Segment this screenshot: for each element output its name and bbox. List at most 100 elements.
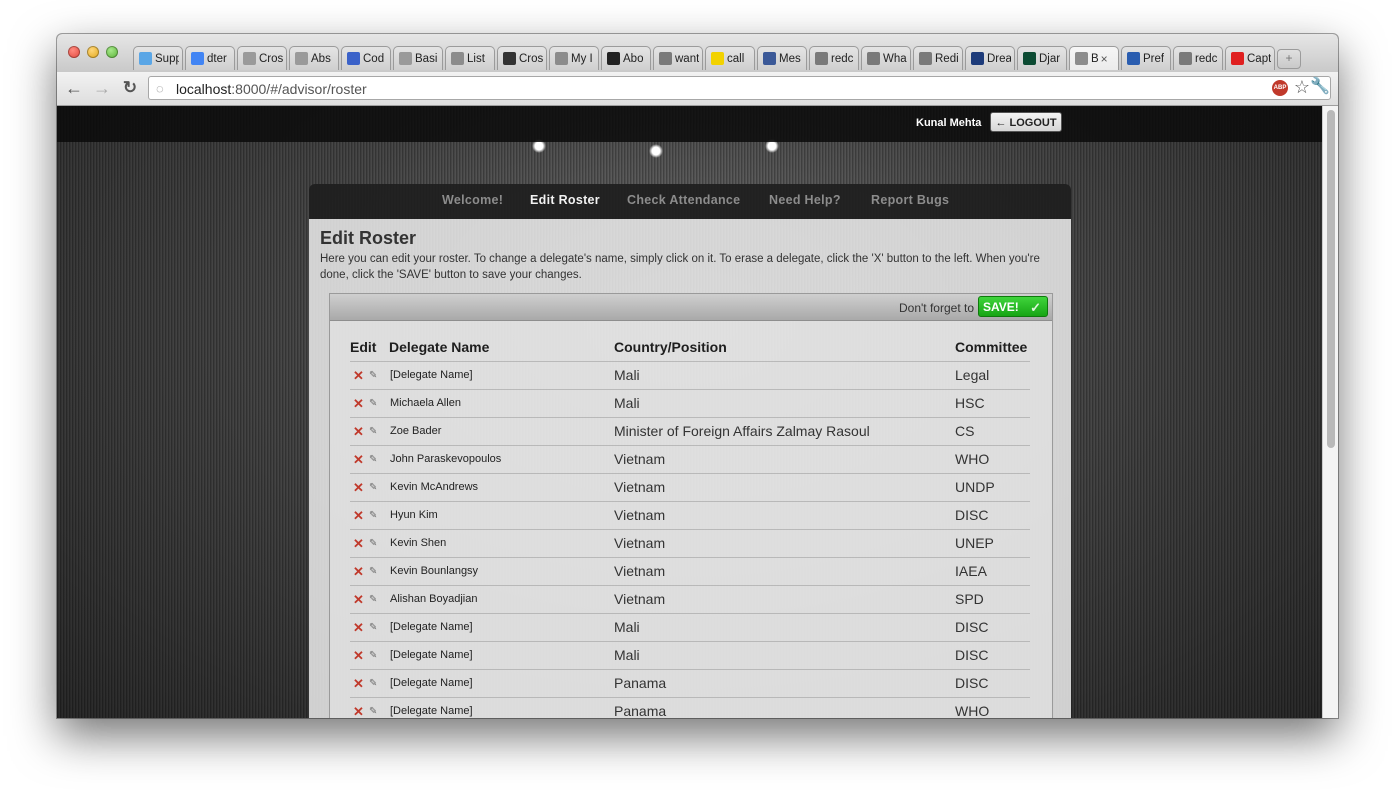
country-position: Panama xyxy=(614,675,667,691)
edit-delegate-icon[interactable]: ✎ xyxy=(369,454,377,466)
delete-delegate-icon[interactable]: ✕ xyxy=(353,677,364,691)
country-position: Mali xyxy=(614,395,640,411)
delegate-name[interactable]: Hyun Kim xyxy=(390,509,438,521)
window-close-button[interactable] xyxy=(68,46,80,58)
logout-button[interactable]: ← LOGOUT xyxy=(990,112,1062,132)
delete-delegate-icon[interactable]: ✕ xyxy=(353,621,364,635)
nav-welcome[interactable]: Welcome! xyxy=(442,193,503,207)
delete-delegate-icon[interactable]: ✕ xyxy=(353,369,364,383)
table-row: ✕ ✎ Hyun Kim Vietnam DISC xyxy=(350,501,1030,530)
committee: DISC xyxy=(955,675,989,691)
delete-delegate-icon[interactable]: ✕ xyxy=(353,425,364,439)
nav-need-help[interactable]: Need Help? xyxy=(769,193,841,207)
edit-delegate-icon[interactable]: ✎ xyxy=(369,566,377,578)
browser-tab[interactable]: B × xyxy=(1069,46,1119,70)
edit-delegate-icon[interactable]: ✎ xyxy=(369,594,377,606)
browser-tab[interactable]: Cod xyxy=(341,46,391,70)
delete-delegate-icon[interactable]: ✕ xyxy=(353,509,364,523)
browser-tab[interactable]: My I xyxy=(549,46,599,70)
save-button[interactable]: SAVE! ✓ xyxy=(978,296,1048,317)
tab-favicon-icon xyxy=(919,52,932,65)
page-scrollbar[interactable] xyxy=(1322,106,1338,718)
forward-arrow-icon[interactable]: → xyxy=(91,77,113,99)
delete-delegate-icon[interactable]: ✕ xyxy=(353,565,364,579)
reload-icon[interactable]: ↻ xyxy=(119,77,141,99)
tab-favicon-icon xyxy=(1023,52,1036,65)
delegate-name[interactable]: [Delegate Name] xyxy=(390,677,473,689)
edit-delegate-icon[interactable]: ✎ xyxy=(369,482,377,494)
delete-delegate-icon[interactable]: ✕ xyxy=(353,649,364,663)
country-position: Vietnam xyxy=(614,563,666,579)
nav-report-bugs[interactable]: Report Bugs xyxy=(871,193,949,207)
edit-delegate-icon[interactable]: ✎ xyxy=(369,426,377,438)
browser-tab[interactable]: Mes xyxy=(757,46,807,70)
edit-delegate-icon[interactable]: ✎ xyxy=(369,398,377,410)
edit-delegate-icon[interactable]: ✎ xyxy=(369,678,377,690)
browser-tab[interactable]: Redi xyxy=(913,46,963,70)
user-name: Kunal Mehta xyxy=(916,117,982,129)
delete-delegate-icon[interactable]: ✕ xyxy=(353,593,364,607)
browser-tab[interactable]: Pref xyxy=(1121,46,1171,70)
wrench-icon[interactable]: 🔧 xyxy=(1310,76,1330,96)
browser-tab[interactable]: Cros xyxy=(237,46,287,70)
delete-delegate-icon[interactable]: ✕ xyxy=(353,453,364,467)
delegate-name[interactable]: Michaela Allen xyxy=(390,397,461,409)
tab-close-icon[interactable]: × xyxy=(1101,52,1108,66)
browser-tab[interactable]: redc xyxy=(1173,46,1223,70)
browser-tab[interactable]: Drea xyxy=(965,46,1015,70)
scrollbar-thumb[interactable] xyxy=(1327,110,1335,448)
browser-tab[interactable]: Cros xyxy=(497,46,547,70)
browser-tab[interactable]: List xyxy=(445,46,495,70)
browser-tab[interactable]: Djar xyxy=(1017,46,1067,70)
bookmark-star-icon[interactable]: ☆ xyxy=(1294,77,1310,98)
browser-tab[interactable]: dter xyxy=(185,46,235,70)
column-header-country: Country/Position xyxy=(614,339,727,355)
tab-title: redc xyxy=(831,52,854,65)
browser-tab[interactable]: Wha xyxy=(861,46,911,70)
delegate-name[interactable]: [Delegate Name] xyxy=(390,705,473,717)
edit-delegate-icon[interactable]: ✎ xyxy=(369,622,377,634)
browser-tab[interactable]: Abo xyxy=(601,46,651,70)
window-zoom-button[interactable] xyxy=(106,46,118,58)
url-host: localhost xyxy=(176,81,232,97)
delegate-name[interactable]: [Delegate Name] xyxy=(390,369,473,381)
main-nav: Welcome! Edit Roster Check Attendance Ne… xyxy=(309,184,1071,219)
edit-delegate-icon[interactable]: ✎ xyxy=(369,706,377,718)
delegate-name[interactable]: Kevin Shen xyxy=(390,537,446,549)
tab-strip: Supp dter Cros Abs Cod Basi List Cros My I Abo wan… xyxy=(57,34,1338,72)
delegate-name[interactable]: John Paraskevopoulos xyxy=(390,453,501,465)
edit-delegate-icon[interactable]: ✎ xyxy=(369,538,377,550)
table-row: ✕ ✎ [Delegate Name] Panama DISC xyxy=(350,669,1030,698)
window-minimize-button[interactable] xyxy=(87,46,99,58)
edit-delegate-icon[interactable]: ✎ xyxy=(369,510,377,522)
adblock-icon[interactable]: ABP xyxy=(1272,80,1288,96)
browser-tab[interactable]: Basi xyxy=(393,46,443,70)
country-position: Panama xyxy=(614,703,667,718)
delegate-name[interactable]: [Delegate Name] xyxy=(390,621,473,633)
delete-delegate-icon[interactable]: ✕ xyxy=(353,537,364,551)
table-row: ✕ ✎ [Delegate Name] Mali DISC xyxy=(350,641,1030,670)
delete-delegate-icon[interactable]: ✕ xyxy=(353,705,364,719)
delegate-name[interactable]: Zoe Bader xyxy=(390,425,441,437)
back-arrow-icon[interactable]: ← xyxy=(63,77,85,99)
delegate-name[interactable]: Kevin McAndrews xyxy=(390,481,478,493)
browser-tab[interactable]: want xyxy=(653,46,703,70)
browser-tab[interactable]: call xyxy=(705,46,755,70)
browser-tab[interactable]: redc xyxy=(809,46,859,70)
url-text[interactable]: localhost:8000/#/advisor/roster xyxy=(176,81,367,97)
tab-title: My I xyxy=(571,52,593,65)
delete-delegate-icon[interactable]: ✕ xyxy=(353,481,364,495)
delegate-name[interactable]: [Delegate Name] xyxy=(390,649,473,661)
edit-delegate-icon[interactable]: ✎ xyxy=(369,370,377,382)
address-bar[interactable]: ◌ localhost:8000/#/advisor/roster ABP ☆ xyxy=(148,76,1331,100)
browser-tab[interactable]: Supp xyxy=(133,46,183,70)
browser-tab[interactable]: Capt xyxy=(1225,46,1275,70)
new-tab-button[interactable]: + xyxy=(1277,49,1301,69)
edit-delegate-icon[interactable]: ✎ xyxy=(369,650,377,662)
delegate-name[interactable]: Kevin Bounlangsy xyxy=(390,565,478,577)
delegate-name[interactable]: Alishan Boyadjian xyxy=(390,593,477,605)
nav-check-attendance[interactable]: Check Attendance xyxy=(627,193,740,207)
delete-delegate-icon[interactable]: ✕ xyxy=(353,397,364,411)
nav-edit-roster[interactable]: Edit Roster xyxy=(530,193,600,207)
browser-tab[interactable]: Abs xyxy=(289,46,339,70)
